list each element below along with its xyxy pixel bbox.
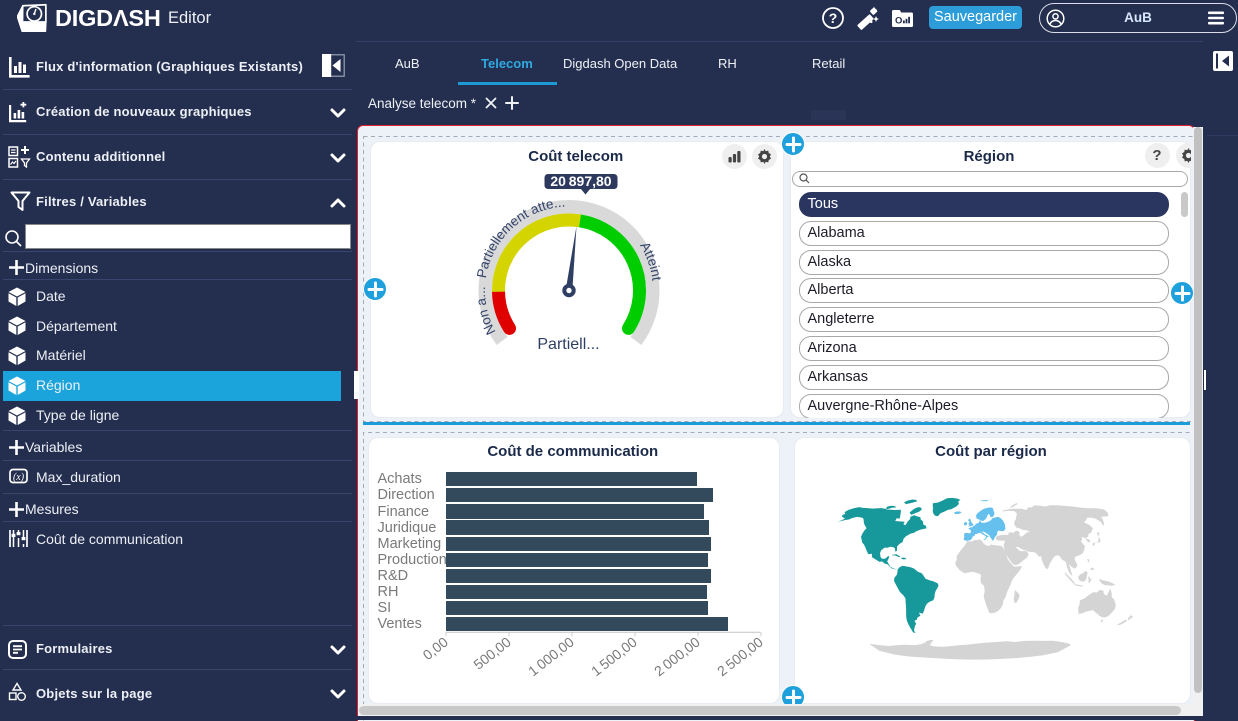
svg-text:20 897,80: 20 897,80 — [550, 173, 611, 189]
svg-text:O: O — [895, 16, 902, 27]
svg-text:?: ? — [829, 10, 838, 26]
svg-text:Partiell...: Partiell... — [537, 336, 599, 353]
svg-text:(x): (x) — [13, 472, 25, 483]
